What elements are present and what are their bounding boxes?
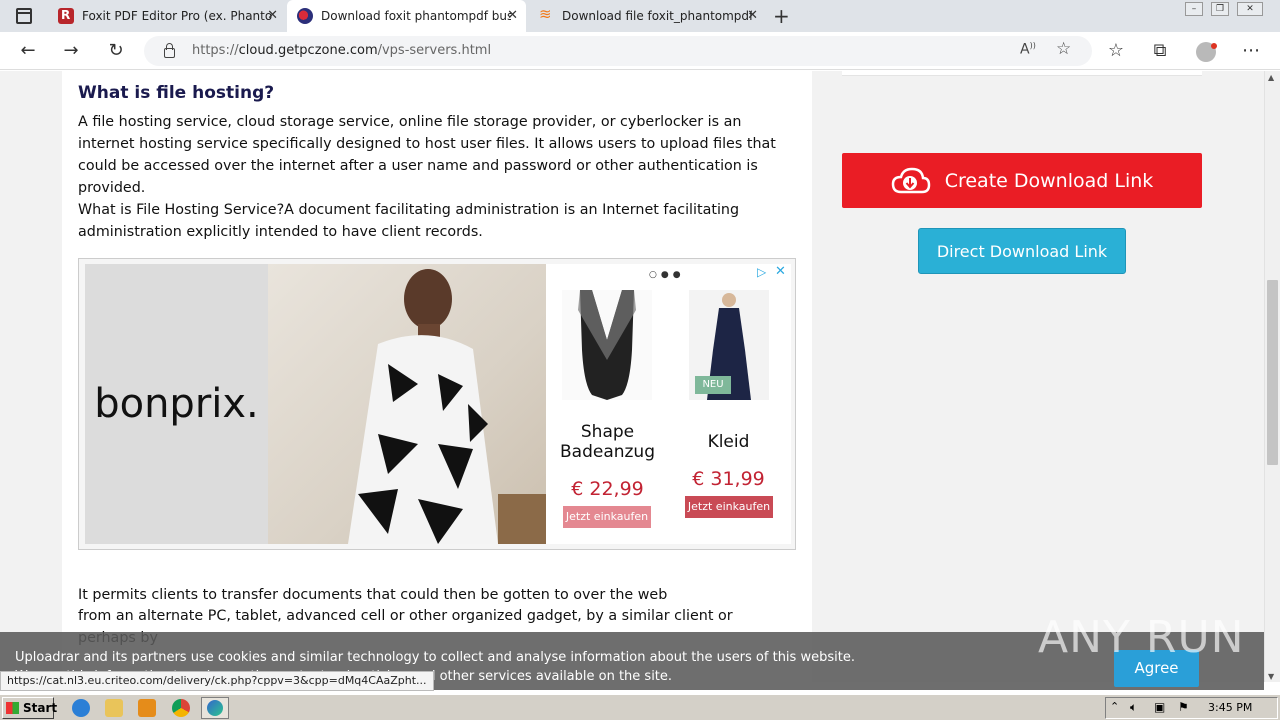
swimsuit-illustration [578, 290, 636, 400]
network-icon[interactable]: ▣ [1154, 700, 1165, 714]
new-badge: NEU [695, 376, 731, 394]
address-toolbar: ← → ↻ https://cloud.getpczone.com/vps-se… [0, 32, 1280, 70]
ie-icon[interactable] [72, 699, 90, 717]
close-window-button[interactable]: ✕ [1237, 2, 1263, 16]
tray-expand-icon[interactable]: ⌃ [1110, 700, 1119, 713]
buy-button[interactable]: Jetzt einkaufen [685, 496, 773, 518]
forward-icon[interactable]: → [60, 40, 82, 62]
uploadrar-icon: ≋ [539, 5, 552, 23]
article-column: What is file hosting? A file hosting ser… [62, 71, 812, 682]
url-text: https://cloud.getpczone.com/vps-servers.… [192, 43, 492, 58]
tab-title: Download foxit phantompdf busi [321, 9, 511, 23]
edge-icon[interactable] [201, 697, 229, 719]
lock-shackle [166, 43, 173, 50]
product-price: € 31,99 [692, 468, 765, 490]
address-bar[interactable]: https://cloud.getpczone.com/vps-servers.… [144, 36, 1092, 66]
product-image-swimsuit[interactable] [562, 290, 652, 400]
anyrun-watermark: ANY RUN [1038, 612, 1245, 663]
tab-title: Foxit PDF Editor Pro (ex. Phantom [82, 9, 272, 23]
scroll-thumb[interactable] [1267, 280, 1278, 465]
tab-title: Download file foxit_phantompdf_ [562, 9, 752, 23]
back-icon[interactable]: ← [17, 40, 39, 62]
direct-download-link-button[interactable]: Direct Download Link [918, 228, 1126, 274]
ad-brand-logo[interactable]: bonprix. [85, 264, 268, 544]
restore-button[interactable]: ❐ [1211, 2, 1229, 16]
ad-content: bonprix. ○●● ▷ ✕ Shape Badeanzug € 22,99… [85, 264, 791, 544]
tab-actions-icon[interactable] [16, 8, 32, 24]
tab-uploadrar[interactable]: ≋ Download file foxit_phantompdf_ ✕ [528, 0, 766, 32]
adchoices-icon[interactable]: ▷ [757, 265, 766, 279]
ad-model-photo[interactable] [268, 264, 546, 544]
cloud-download-svg [891, 167, 930, 193]
product-name[interactable]: Shape Badeanzug [550, 422, 665, 462]
start-button[interactable]: Start [2, 697, 58, 719]
sidebar-card-edge [842, 71, 1202, 76]
sidebar: Create Download Link Direct Download Lin… [828, 71, 1218, 682]
read-aloud-icon[interactable]: A)) [1020, 41, 1036, 58]
volume-icon[interactable]: 🔈︎ [1130, 700, 1137, 715]
folder-icon[interactable] [105, 699, 123, 717]
vertical-scrollbar[interactable]: ▲ ▼ [1264, 71, 1280, 682]
favorites-icon[interactable]: ☆ [1105, 40, 1127, 62]
media-player-icon[interactable] [138, 699, 156, 717]
start-label: Start [23, 701, 58, 715]
article-paragraph: A file hosting service, cloud storage se… [78, 114, 776, 196]
add-favorite-icon[interactable]: ☆ [1056, 39, 1071, 59]
product-price: € 22,99 [571, 478, 644, 500]
product-image-dress[interactable]: NEU [689, 290, 769, 400]
new-tab-icon[interactable]: + [773, 4, 790, 28]
tab-foxit[interactable]: R Foxit PDF Editor Pro (ex. Phantom ✕ [48, 0, 286, 32]
tab-getpczone[interactable]: Download foxit phantompdf busi ✕ [287, 0, 526, 32]
scroll-down-icon[interactable]: ▼ [1268, 672, 1274, 681]
close-tab-icon[interactable]: ✕ [507, 8, 518, 23]
create-download-label: Create Download Link [944, 169, 1154, 192]
buy-button[interactable]: Jetzt einkaufen [563, 506, 651, 528]
create-download-link-button[interactable]: Create Download Link [842, 153, 1202, 208]
article-paragraph: It permits clients to transfer documents… [78, 587, 668, 603]
product-name[interactable]: Kleid [675, 432, 782, 452]
article-heading: What is file hosting? [78, 83, 275, 103]
collections-icon[interactable]: ⧉ [1149, 40, 1171, 62]
close-tab-icon[interactable]: ✕ [267, 8, 278, 23]
more-menu-icon[interactable]: ⋯ [1240, 40, 1262, 62]
clock[interactable]: 3:45 PM [1208, 701, 1252, 714]
article-paragraph: What is File Hosting Service?A document … [78, 202, 740, 240]
model-illustration [348, 269, 546, 544]
chrome-icon[interactable] [172, 699, 190, 717]
windows-logo-icon [6, 702, 19, 714]
minimize-button[interactable]: – [1185, 2, 1203, 16]
foxit-icon: R [58, 8, 74, 24]
ad-banner[interactable]: bonprix. ○●● ▷ ✕ Shape Badeanzug € 22,99… [78, 258, 796, 550]
close-tab-icon[interactable]: ✕ [747, 8, 758, 23]
profile-status-dot [1211, 43, 1217, 49]
tab-strip: R Foxit PDF Editor Pro (ex. Phantom ✕ Do… [0, 0, 1280, 32]
page-viewport: What is file hosting? A file hosting ser… [0, 71, 1264, 682]
flag-icon[interactable]: ⚑ [1178, 700, 1189, 714]
cloud-download-icon [891, 166, 931, 196]
taskbar: Start ⌃ 🔈︎ ▣ ⚑ 3:45 PM [0, 694, 1280, 720]
carousel-dots[interactable]: ○●● [649, 270, 685, 280]
scroll-up-icon[interactable]: ▲ [1268, 73, 1274, 82]
refresh-icon[interactable]: ↻ [105, 40, 127, 62]
ad-close-icon[interactable]: ✕ [775, 264, 786, 279]
status-url-tooltip: https://cat.nl3.eu.criteo.com/delivery/c… [0, 671, 434, 691]
getpczone-icon [297, 8, 313, 24]
